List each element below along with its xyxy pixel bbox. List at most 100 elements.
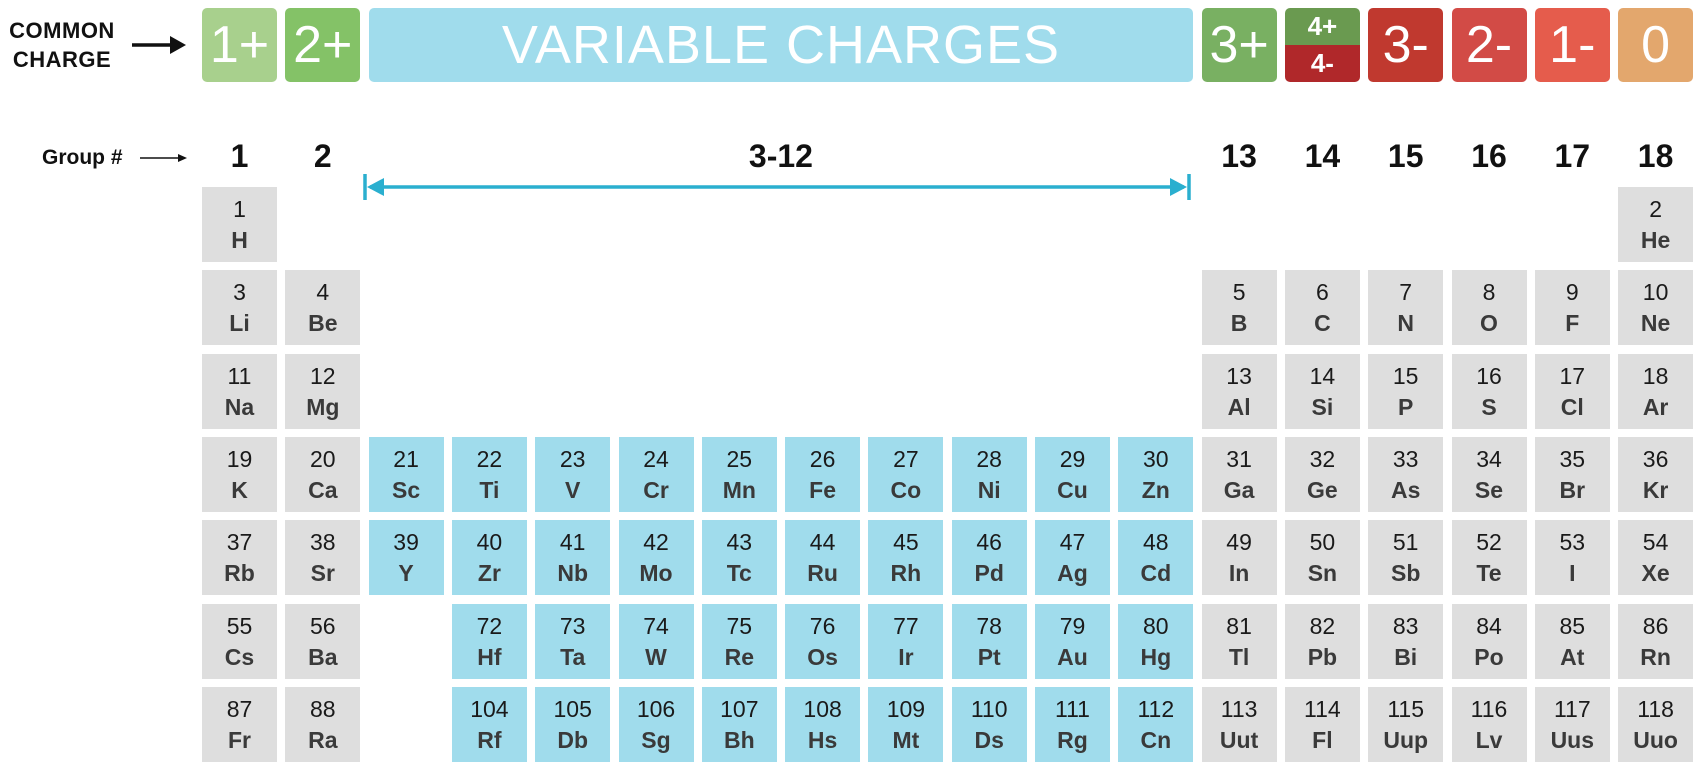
- element-symbol: In: [1228, 560, 1250, 587]
- element-symbol: Mn: [722, 476, 756, 503]
- atomic-number: 82: [1309, 612, 1336, 639]
- element-cell-zn: 30 Zn: [1118, 436, 1194, 512]
- element-symbol: He: [1640, 227, 1671, 253]
- element-symbol: Sr: [310, 560, 335, 587]
- element-symbol: Mo: [639, 560, 673, 587]
- element-cell-co: 27 Co: [868, 436, 944, 512]
- element-symbol: Ra: [308, 726, 338, 753]
- common-charge-label-line1: COMMON: [9, 18, 115, 43]
- element-symbol: Lv: [1475, 726, 1503, 753]
- element-symbol: O: [1480, 310, 1498, 337]
- element-cell-uus: 117 Uus: [1534, 686, 1610, 762]
- atomic-number: 117: [1553, 695, 1591, 722]
- element-symbol: Bi: [1394, 643, 1418, 670]
- element-cell-ba: 56 Ba: [285, 603, 361, 679]
- element-cell-c: 6C: [1284, 270, 1360, 346]
- atomic-number: 2: [1649, 196, 1662, 222]
- atomic-number: 111: [1055, 695, 1090, 722]
- atomic-number: 14: [1309, 362, 1336, 389]
- atomic-number: 86: [1642, 612, 1669, 639]
- element-cell-p: 15 P: [1368, 353, 1444, 429]
- atomic-number: 88: [310, 695, 336, 722]
- element-cell-as: 33 As: [1368, 436, 1444, 512]
- element-symbol: F: [1565, 310, 1580, 337]
- element-cell-ru: 44 Ru: [785, 520, 861, 596]
- atomic-number: 55: [226, 612, 253, 639]
- element-cell-mg: 12 Mg: [285, 353, 361, 429]
- element-cell-cs: 55 Cs: [202, 603, 277, 679]
- atomic-number: 50: [1309, 529, 1336, 556]
- element-cell-te: 52 Te: [1451, 520, 1527, 596]
- element-symbol: Uuo: [1633, 726, 1678, 753]
- element-cell-s: 16 S: [1451, 353, 1527, 429]
- atomic-number: 21: [393, 445, 419, 472]
- element-cell-xe: 54 Xe: [1618, 520, 1694, 596]
- element-cell-si: 14 Si: [1284, 353, 1360, 429]
- element-symbol: Fl: [1312, 726, 1333, 753]
- atomic-number: 114: [1304, 695, 1341, 722]
- group-number: 15: [1387, 138, 1424, 174]
- group-number: 16: [1471, 138, 1507, 174]
- atomic-number: 33: [1392, 445, 1419, 472]
- group-number: 17: [1554, 138, 1591, 174]
- element-symbol: Re: [724, 643, 754, 670]
- atomic-number: 73: [559, 612, 586, 639]
- element-cell-re: 75 Re: [701, 603, 777, 679]
- element-cell-at: 85 At: [1534, 603, 1610, 679]
- atomic-number: 10: [1642, 279, 1669, 306]
- element-cell-ag: 47 Ag: [1035, 520, 1110, 596]
- element-symbol: Zn: [1141, 476, 1170, 503]
- element-symbol: Uut: [1219, 726, 1259, 753]
- group-number-label: Group #: [42, 146, 123, 169]
- element-symbol: Sb: [1390, 560, 1421, 587]
- atomic-number: 25: [726, 445, 753, 472]
- atomic-number: 45: [893, 529, 919, 556]
- atomic-number: 7: [1399, 279, 1413, 306]
- element-cell-pb: 82 Pb: [1284, 603, 1360, 679]
- element-symbol: S: [1481, 393, 1497, 420]
- element-symbol: Hs: [807, 726, 838, 753]
- element-symbol: P: [1398, 393, 1414, 420]
- element-symbol: Ta: [560, 643, 586, 670]
- element-symbol: Rn: [1640, 643, 1671, 670]
- atomic-number: 15: [1392, 362, 1419, 389]
- right-arrow-icon: [140, 154, 187, 162]
- atomic-number: 12: [310, 362, 336, 389]
- element-cell-db: 105 Db: [535, 686, 611, 762]
- element-symbol: Pb: [1307, 643, 1338, 670]
- atomic-number: 5: [1232, 279, 1246, 306]
- atomic-number: 42: [643, 529, 669, 556]
- element-symbol: Tc: [726, 560, 752, 587]
- element-cell-sr: 38 Sr: [285, 520, 361, 596]
- atomic-number: 29: [1059, 445, 1086, 472]
- element-symbol: Al: [1227, 393, 1251, 420]
- atomic-number: 6: [1315, 279, 1329, 306]
- atomic-number: 28: [976, 445, 1002, 472]
- atomic-number: 30: [1143, 445, 1169, 472]
- element-cell-cl: 17 Cl: [1534, 353, 1610, 429]
- charge-box-4plus-4minus: 4+ 4-: [1284, 8, 1360, 82]
- group-number: 13: [1221, 138, 1257, 174]
- atomic-number: 8: [1482, 279, 1496, 306]
- element-cell-lv: 116 Lv: [1451, 686, 1527, 762]
- element-symbol: Os: [807, 643, 838, 670]
- atomic-number: 3: [233, 279, 246, 306]
- charge-box: 0: [1618, 8, 1694, 82]
- atomic-number: 17: [1559, 362, 1586, 389]
- element-cell-nb: 41 Nb: [535, 520, 611, 596]
- element-cell-na: 11 Na: [202, 353, 277, 429]
- charge-box: 2+: [285, 8, 361, 82]
- element-cell-ir: 77 Ir: [868, 603, 944, 679]
- element-cell-in: 49 In: [1201, 520, 1277, 596]
- element-symbol: Ti: [479, 476, 500, 503]
- element-cell-ca: 20 Ca: [285, 436, 361, 512]
- element-cell-kr: 36 Kr: [1618, 436, 1694, 512]
- atomic-number: 37: [226, 529, 253, 556]
- element-symbol: H: [231, 227, 248, 253]
- atomic-number: 80: [1143, 612, 1169, 639]
- element-symbol: W: [645, 643, 667, 670]
- element-symbol: Be: [308, 310, 338, 337]
- atomic-number: 84: [1476, 612, 1502, 639]
- atomic-number: 22: [476, 445, 503, 472]
- atomic-number: 81: [1226, 612, 1252, 639]
